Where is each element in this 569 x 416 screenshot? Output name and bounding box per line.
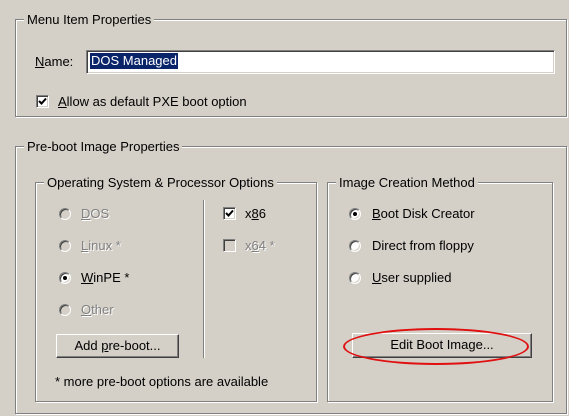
linux-label: Linux *: [81, 238, 121, 253]
os-processor-options-group: Operating System & Processor Options: [35, 175, 317, 402]
dos-radio[interactable]: [59, 208, 71, 220]
name-label: Name:: [35, 54, 74, 69]
os-processor-options-legend: Operating System & Processor Options: [44, 175, 277, 190]
allow-default-pxe-checkbox[interactable]: [36, 95, 49, 108]
x86-checkbox[interactable]: [223, 207, 236, 220]
direct-from-floppy-radio[interactable]: [349, 240, 361, 252]
edit-boot-image-button[interactable]: Edit Boot Image...: [352, 333, 532, 358]
user-supplied-radio[interactable]: [349, 272, 361, 284]
name-input-value: DOS Managed: [90, 53, 178, 69]
checkmark-icon: [38, 97, 47, 105]
preboot-image-properties-legend: Pre-boot Image Properties: [24, 139, 183, 154]
other-label: Other: [81, 302, 114, 317]
preboot-options-note: * more pre-boot options are available: [55, 374, 269, 389]
other-radio[interactable]: [59, 304, 71, 316]
radio-dot-icon: [353, 212, 357, 216]
winpe-radio[interactable]: [59, 272, 71, 284]
x64-label: x64 *: [245, 238, 275, 253]
dos-label: DOS: [81, 206, 110, 221]
winpe-label[interactable]: WinPE *: [81, 270, 129, 286]
name-input[interactable]: DOS Managed: [86, 50, 555, 74]
user-supplied-label[interactable]: User supplied: [372, 270, 452, 286]
os-group-divider: [203, 200, 204, 358]
x64-checkbox[interactable]: [223, 239, 236, 252]
add-preboot-button[interactable]: Add pre-boot...: [56, 334, 179, 358]
radio-dot-icon: [63, 276, 67, 280]
direct-from-floppy-label[interactable]: Direct from floppy: [372, 238, 474, 254]
image-creation-method-legend: Image Creation Method: [336, 175, 478, 190]
menu-item-properties-legend: Menu Item Properties: [24, 12, 155, 27]
x86-label[interactable]: x86: [245, 206, 266, 222]
boot-disk-creator-label[interactable]: Boot Disk Creator: [372, 206, 475, 222]
allow-default-pxe-label[interactable]: Allow as default PXE boot option: [58, 94, 247, 110]
boot-disk-creator-radio[interactable]: [349, 208, 361, 220]
checkmark-icon: [225, 209, 234, 217]
linux-radio[interactable]: [59, 240, 71, 252]
